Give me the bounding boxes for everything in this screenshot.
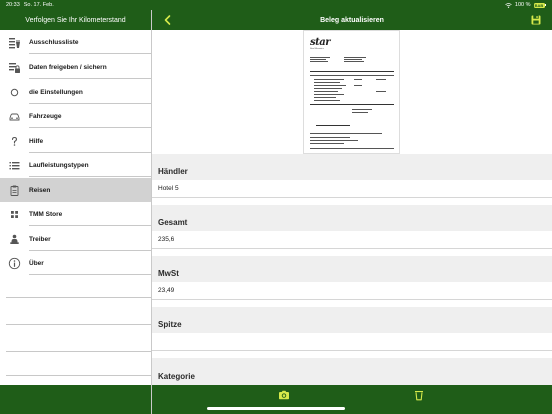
sidebar-item-label: Fahrzeuge xyxy=(29,112,62,120)
sidebar-item-reisen[interactable]: Reisen xyxy=(0,178,151,202)
field-label-gesamt: Gesamt xyxy=(152,205,552,231)
field-input-mwst[interactable]: 23,49 xyxy=(152,282,552,300)
field-label-spitze: Spitze xyxy=(152,307,552,333)
sidebar-item-laufleistungstypen[interactable]: Laufleistungstypen xyxy=(0,153,151,177)
field-label-text: Gesamt xyxy=(158,218,188,227)
sidebar-title: Verfolgen Sie Ihr Kilometerstand xyxy=(25,16,126,24)
field-label-text: MwSt xyxy=(158,269,179,278)
battery-label: BAB xyxy=(533,2,545,8)
empty-row-divider xyxy=(6,351,151,352)
detail-header: Beleg aktualisieren xyxy=(152,10,552,30)
field-label-kategorie: Kategorie xyxy=(152,358,552,385)
field-label-text: Spitze xyxy=(158,320,182,329)
field-input-spitze[interactable] xyxy=(152,333,552,351)
sidebar-item-einstellungen[interactable]: die Einstellungen xyxy=(0,80,151,104)
sidebar-item-label: Ausschlussliste xyxy=(29,38,79,46)
clipboard-icon xyxy=(8,184,21,197)
sidebar-item-label: Reisen xyxy=(29,186,51,194)
field-label-mwst: MwSt xyxy=(152,256,552,282)
wifi-icon xyxy=(505,2,512,8)
status-time: 20:33 xyxy=(6,2,20,8)
home-indicator xyxy=(207,407,345,410)
sidebar-item-label: Treiber xyxy=(29,235,51,243)
grid-icon xyxy=(8,208,21,221)
status-bar: 20:33 So. 17. Feb. 100 % BAB xyxy=(0,0,552,10)
save-icon[interactable] xyxy=(530,14,542,26)
sidebar-item-label: Über xyxy=(29,259,44,267)
sidebar-item-hilfe[interactable]: Hilfe xyxy=(0,129,151,153)
sidebar-item-treiber[interactable]: Treiber xyxy=(0,227,151,251)
field-label-haendler: Händler xyxy=(152,154,552,180)
empty-row-divider xyxy=(6,375,151,376)
receipt-tagline: Star Micronics xyxy=(310,48,324,50)
share-data-icon xyxy=(8,61,21,74)
list-exclude-icon xyxy=(8,36,21,49)
sidebar-item-tmm-store[interactable]: TMM Store xyxy=(0,202,151,226)
list-icon xyxy=(8,159,21,172)
field-label-text: Kategorie xyxy=(158,372,195,381)
empty-row-divider xyxy=(6,297,151,298)
sidebar-item-label: TMM Store xyxy=(29,210,63,218)
question-icon xyxy=(8,135,21,148)
sidebar-item-fahrzeuge[interactable]: Fahrzeuge xyxy=(0,104,151,128)
field-value-text: 23,49 xyxy=(158,287,175,294)
receipt-image[interactable]: star Star Micronics xyxy=(303,30,400,154)
sidebar-item-ueber[interactable]: Über xyxy=(0,251,151,275)
field-value-text: 235,6 xyxy=(158,236,175,243)
battery-percent: 100 % xyxy=(514,2,531,8)
sidebar-header: Verfolgen Sie Ihr Kilometerstand xyxy=(0,10,151,30)
field-input-haendler[interactable]: Hotel 5 xyxy=(152,180,552,198)
detail-toolbar xyxy=(152,385,552,414)
car-icon xyxy=(8,110,21,123)
sidebar-item-ausschlussliste[interactable]: Ausschlussliste xyxy=(0,30,151,54)
sidebar-item-label: Hilfe xyxy=(29,137,44,145)
camera-icon[interactable] xyxy=(278,389,290,401)
info-icon xyxy=(8,257,21,270)
field-label-text: Händler xyxy=(158,167,188,176)
receipt-logo: star xyxy=(310,37,331,48)
field-input-gesamt[interactable]: 235,6 xyxy=(152,231,552,249)
trash-icon[interactable] xyxy=(413,389,425,401)
circle-icon xyxy=(8,86,21,99)
empty-row-divider xyxy=(6,324,151,325)
sidebar-item-daten-freigeben[interactable]: Daten freigeben / sichern xyxy=(0,55,151,79)
driver-icon xyxy=(8,233,21,246)
page-title: Beleg aktualisieren xyxy=(320,16,384,24)
battery-icon: BAB xyxy=(533,2,546,8)
sidebar-item-label: Laufleistungstypen xyxy=(29,161,89,169)
sidebar-item-label: die Einstellungen xyxy=(29,88,83,96)
sidebar-item-label: Daten freigeben / sichern xyxy=(29,63,107,71)
sidebar-footer xyxy=(0,385,151,414)
status-date: So. 17. Feb. xyxy=(23,2,54,8)
back-chevron-icon[interactable] xyxy=(162,14,174,26)
sidebar: Ausschlussliste Daten freigeben / sicher… xyxy=(0,30,151,385)
field-value-text: Hotel 5 xyxy=(158,185,179,192)
